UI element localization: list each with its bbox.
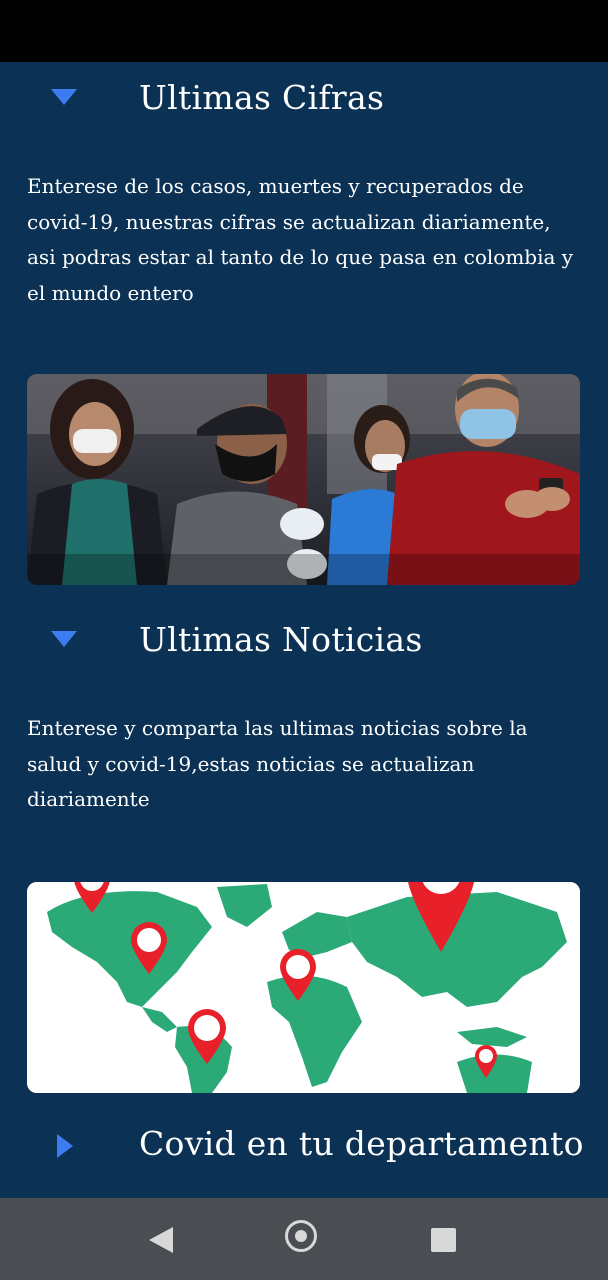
- navigation-bar: [0, 1198, 608, 1280]
- expand-down-icon[interactable]: [51, 89, 77, 105]
- expand-down-icon[interactable]: [51, 631, 77, 647]
- recents-icon[interactable]: [431, 1228, 456, 1252]
- status-bar: [0, 0, 608, 62]
- section-header-covid-departamento[interactable]: Covid en tu departamento: [0, 1120, 608, 1180]
- section-description: Enterese y comparta las ultimas noticias…: [27, 716, 528, 811]
- section-description: Enterese de los casos, muertes y recuper…: [27, 174, 574, 305]
- section-title: Ultimas Noticias: [139, 620, 423, 659]
- section-title: Covid en tu departamento: [139, 1124, 584, 1163]
- expand-right-icon[interactable]: [57, 1134, 73, 1158]
- main-content[interactable]: Ultimas Cifras Enterese de los casos, mu…: [0, 62, 608, 1198]
- section-header-ultimas-noticias[interactable]: Ultimas Noticias: [0, 616, 608, 676]
- back-icon[interactable]: [149, 1227, 173, 1253]
- home-dot: [295, 1230, 307, 1242]
- people-masks-image: [27, 374, 580, 585]
- section-header-ultimas-cifras[interactable]: Ultimas Cifras: [0, 70, 608, 130]
- home-icon[interactable]: [285, 1220, 317, 1252]
- world-map-image: [27, 882, 580, 1093]
- section-title: Ultimas Cifras: [139, 78, 385, 117]
